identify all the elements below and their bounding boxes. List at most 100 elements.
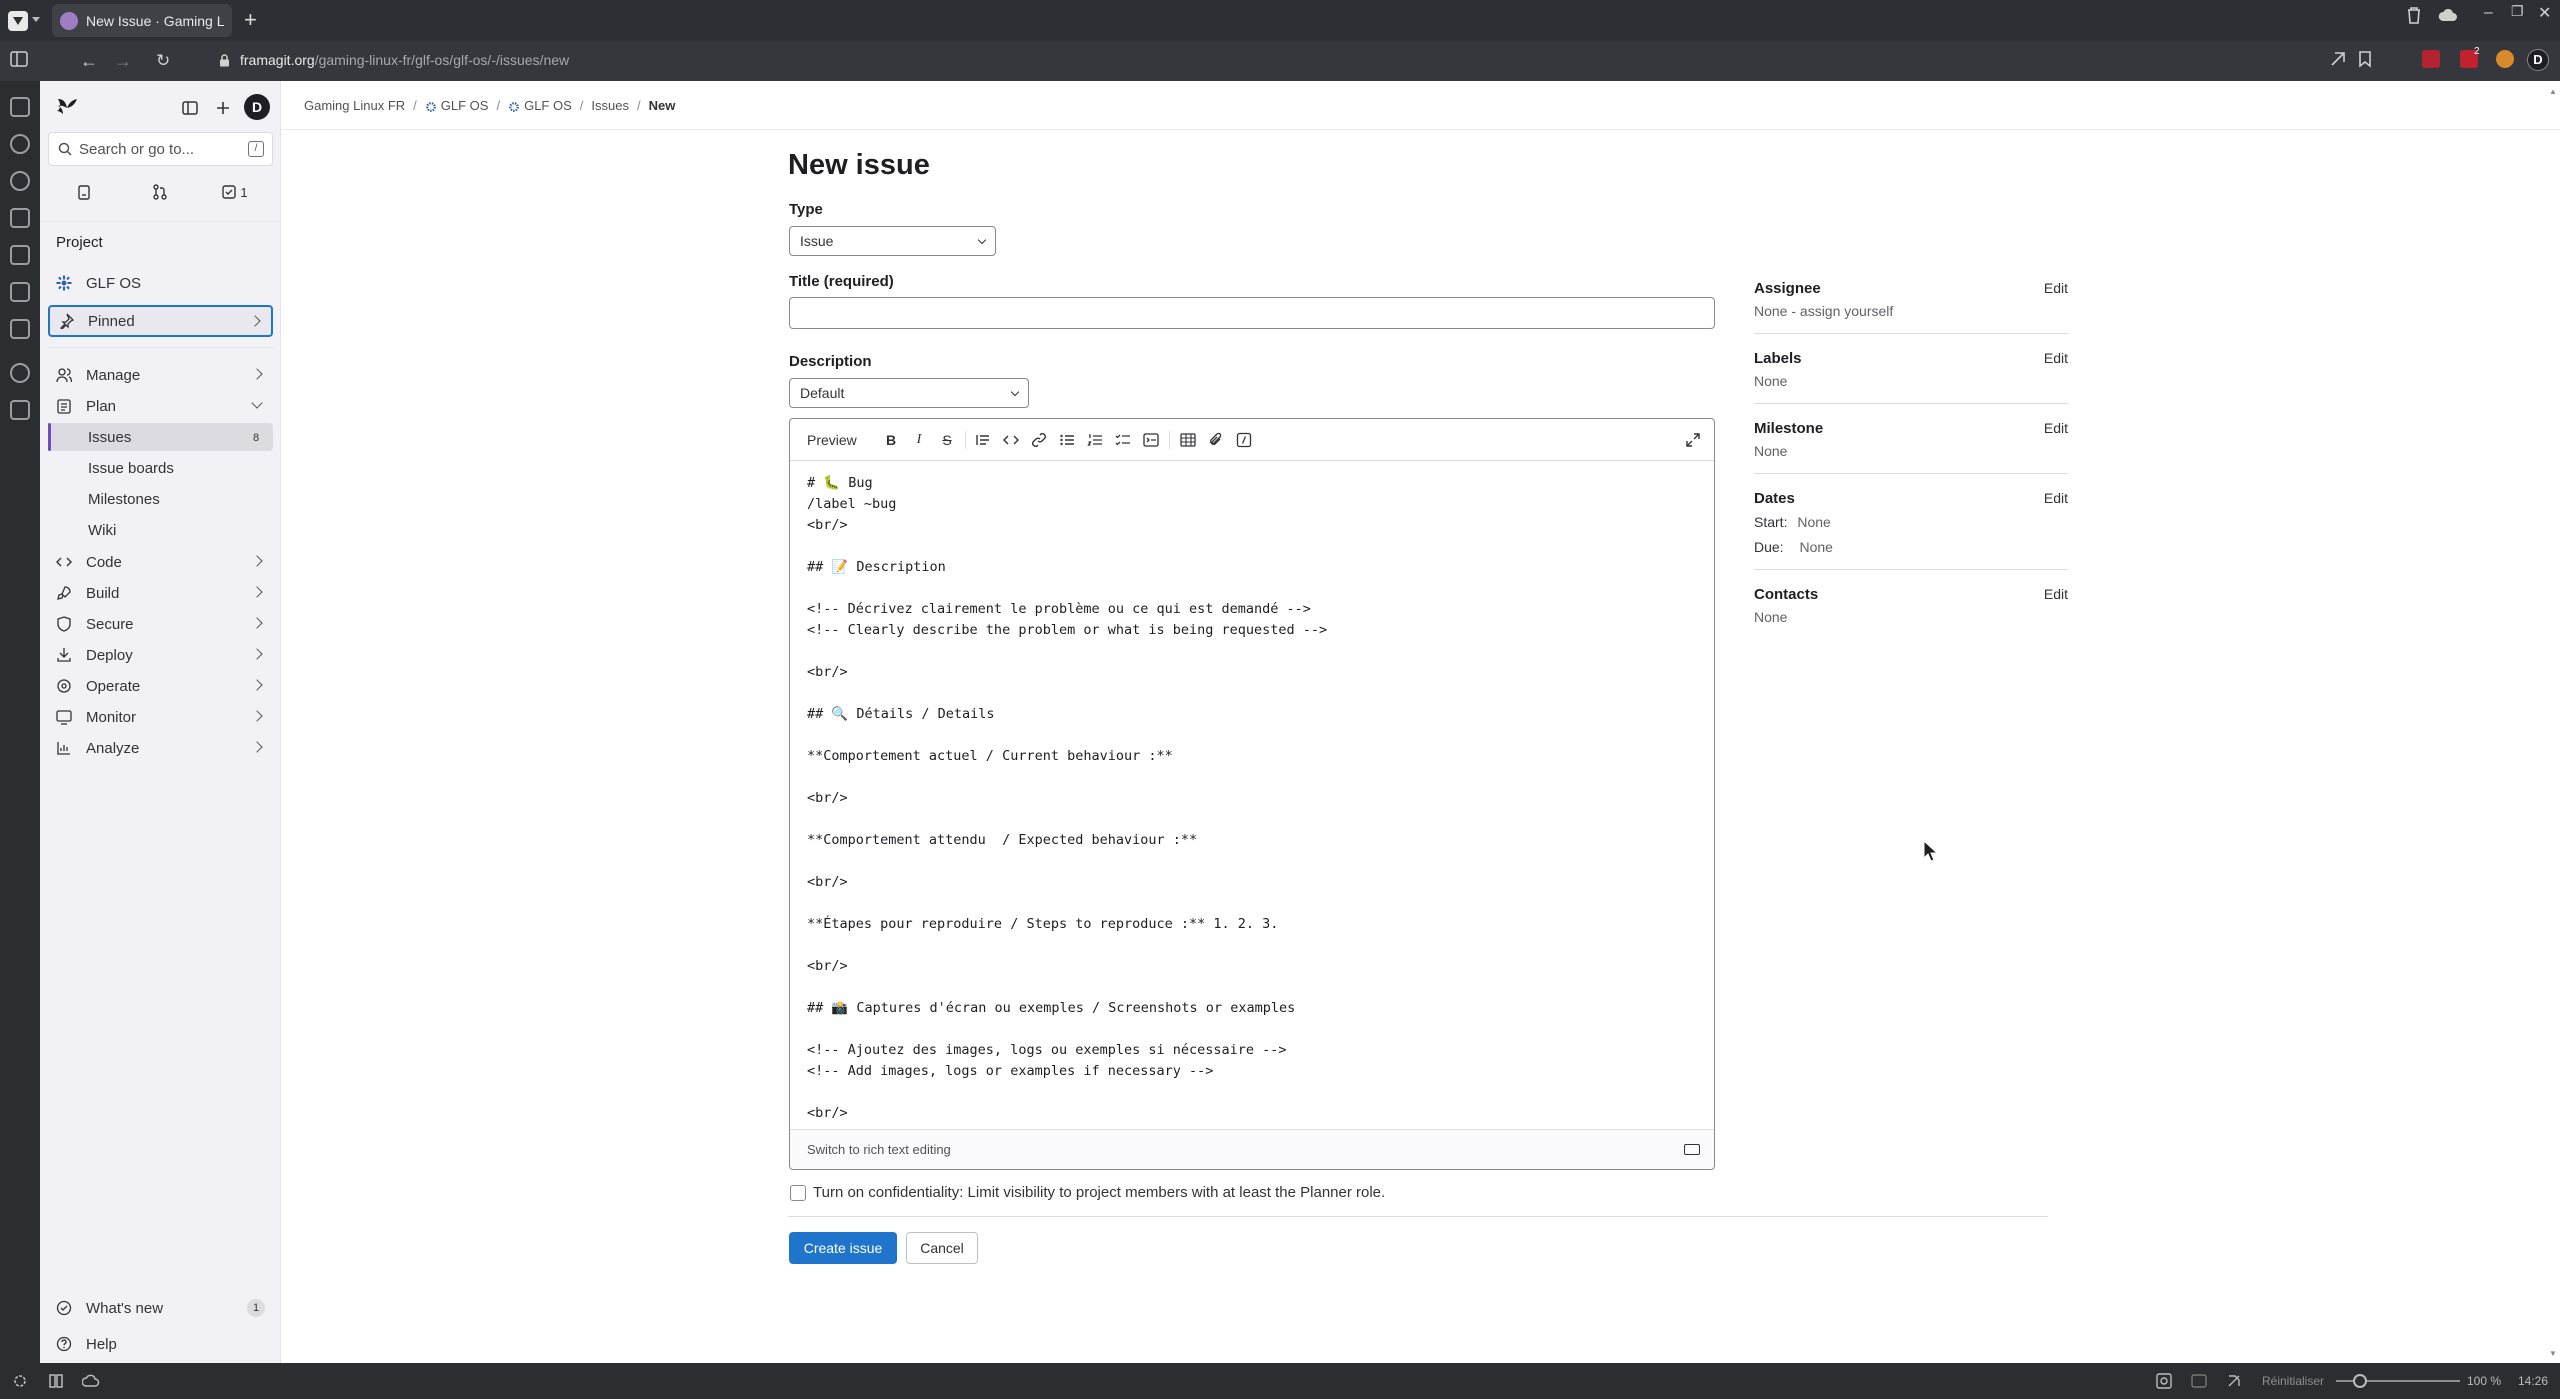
settings-gear-icon[interactable] [12, 1373, 28, 1392]
vivaldi-logo-icon[interactable] [8, 11, 28, 31]
create-issue-button[interactable]: Create issue [789, 1232, 897, 1264]
cancel-button[interactable]: Cancel [906, 1232, 978, 1264]
search-input[interactable]: Search or go to... / [48, 132, 273, 166]
bold-icon[interactable]: B [883, 432, 899, 448]
scroll-up-arrow-icon[interactable]: ▲ [2549, 87, 2557, 96]
forward-arrow-icon[interactable]: → [114, 51, 132, 71]
sidebar-item-code[interactable]: Code [48, 547, 273, 577]
link-icon[interactable] [1031, 432, 1047, 448]
contacts-edit-button[interactable]: Edit [2044, 586, 2068, 602]
tiling-icon[interactable] [48, 1373, 64, 1392]
history-panel-icon[interactable] [10, 171, 30, 191]
sidebar-item-deploy[interactable]: Deploy [48, 640, 273, 670]
milestone-edit-button[interactable]: Edit [2044, 420, 2068, 436]
description-template-select[interactable]: Default [789, 378, 1029, 408]
strikethrough-icon[interactable]: S [939, 432, 955, 448]
minimize-window-icon[interactable]: – [2484, 4, 2493, 22]
breadcrumb-item[interactable]: Gaming Linux FR [304, 98, 405, 113]
numbered-list-icon[interactable] [1087, 432, 1103, 448]
confidential-checkbox[interactable] [790, 1185, 806, 1201]
maximize-window-icon[interactable]: ❐ [2511, 3, 2524, 20]
downloads-panel-icon[interactable] [10, 134, 30, 154]
quick-actions-icon[interactable] [1236, 432, 1252, 448]
sidebar-help[interactable]: Help [48, 1329, 273, 1359]
zoom-reset-button[interactable]: Réinitialiser [2262, 1374, 2324, 1388]
assigned-issues-button[interactable] [53, 177, 115, 207]
assignee-value[interactable]: None - assign yourself [1754, 303, 1893, 319]
new-tab-button[interactable]: + [244, 9, 257, 31]
sidebar-item-milestones[interactable]: Milestones [48, 485, 273, 513]
bookmarks-panel-icon[interactable] [10, 97, 30, 117]
sidebar-item-issue-boards[interactable]: Issue boards [48, 454, 273, 482]
trash-icon[interactable] [2406, 6, 2422, 29]
bookmark-icon[interactable] [2356, 50, 2374, 68]
sidebar-item-plan[interactable]: Plan [48, 391, 273, 421]
italic-icon[interactable]: I [911, 432, 927, 448]
capture-icon[interactable] [2156, 1373, 2172, 1392]
extension-red-icon[interactable] [2422, 50, 2440, 68]
close-window-icon[interactable]: ✕ [2538, 3, 2551, 23]
breadcrumb-item[interactable]: Issues [591, 98, 629, 113]
collapsible-section-icon[interactable] [1143, 432, 1159, 448]
sidebar-item-manage[interactable]: Manage [48, 360, 273, 390]
quote-icon[interactable] [975, 432, 991, 448]
merge-requests-button[interactable] [129, 177, 191, 207]
task-list-icon[interactable] [1115, 432, 1131, 448]
reading-list-panel-icon[interactable] [10, 319, 30, 339]
extension-orange-icon[interactable] [2496, 50, 2514, 68]
breadcrumb-item[interactable]: GLF OS [508, 98, 572, 113]
assignee-edit-button[interactable]: Edit [2044, 280, 2068, 296]
todo-list-button[interactable]: 1 [204, 177, 266, 207]
scroll-down-arrow-icon[interactable]: ▼ [2549, 1349, 2557, 1358]
tab-menu-chevron-icon[interactable] [32, 17, 40, 22]
sidebar-item-issues[interactable]: Issues 8 [48, 423, 273, 451]
table-icon[interactable] [1180, 432, 1196, 448]
cloud-status-icon[interactable] [81, 1373, 100, 1392]
description-textarea[interactable]: # 🐛 Bug /label ~bug <br/> ## 📝 Descripti… [790, 461, 1714, 1129]
browser-tab-active[interactable]: New Issue · Gaming Linux F [52, 4, 232, 37]
sidebar-project-glf-os[interactable]: GLF OS [48, 268, 273, 298]
add-web-panel-icon[interactable] [10, 400, 30, 420]
attach-file-icon[interactable] [1208, 432, 1224, 448]
url-field[interactable]: framagit.org/gaming-linux-fr/glf-os/glf-… [240, 52, 569, 68]
sidebar-whats-new[interactable]: What's new 1 [48, 1293, 273, 1323]
breadcrumb-current[interactable]: New [649, 98, 676, 113]
back-arrow-icon[interactable]: ← [80, 51, 98, 71]
create-new-plus-icon[interactable] [214, 99, 232, 117]
fullscreen-icon[interactable] [1685, 432, 1701, 448]
cloud-sync-icon[interactable] [2438, 6, 2458, 29]
translate-panel-icon[interactable] [10, 245, 30, 265]
zoom-slider-handle[interactable] [2353, 1374, 2367, 1388]
breadcrumb-item[interactable]: GLF OS [425, 98, 488, 113]
lock-icon[interactable] [219, 54, 230, 67]
user-avatar[interactable]: D [244, 94, 270, 120]
sidebar-item-operate[interactable]: Operate [48, 671, 273, 701]
switch-rich-text-link[interactable]: Switch to rich text editing [807, 1142, 951, 1157]
type-select[interactable]: Issue [789, 226, 996, 256]
confidential-label[interactable]: Turn on confidentiality: Limit visibilit… [813, 1184, 1385, 1201]
mastodon-panel-icon[interactable] [10, 363, 30, 383]
preview-tab[interactable]: Preview [798, 425, 866, 455]
page-actions-icon[interactable] [2226, 1373, 2242, 1392]
panel-toggle-icon[interactable] [10, 51, 28, 71]
mail-panel-icon[interactable] [10, 282, 30, 302]
collapse-sidebar-icon[interactable] [181, 99, 199, 117]
reload-icon[interactable]: ↻ [156, 51, 170, 71]
markdown-icon[interactable] [1684, 1144, 1700, 1155]
labels-edit-button[interactable]: Edit [2044, 350, 2068, 366]
sidebar-item-analyze[interactable]: Analyze [48, 733, 273, 763]
title-input[interactable] [789, 297, 1715, 329]
sidebar-item-pinned[interactable]: Pinned [48, 305, 273, 337]
sidebar-item-wiki[interactable]: Wiki [48, 516, 273, 544]
framagit-logo-icon[interactable] [54, 95, 80, 121]
notes-panel-icon[interactable] [10, 208, 30, 228]
sidebar-item-build[interactable]: Build [48, 578, 273, 608]
dates-edit-button[interactable]: Edit [2044, 490, 2068, 506]
reader-mode-icon[interactable] [2329, 50, 2347, 68]
sidebar-item-monitor[interactable]: Monitor [48, 702, 273, 732]
code-icon[interactable] [1003, 432, 1019, 448]
browser-profile-avatar[interactable]: D [2527, 49, 2549, 71]
page-tiling-icon[interactable] [2191, 1373, 2207, 1392]
bullet-list-icon[interactable] [1059, 432, 1075, 448]
sidebar-item-secure[interactable]: Secure [48, 609, 273, 639]
